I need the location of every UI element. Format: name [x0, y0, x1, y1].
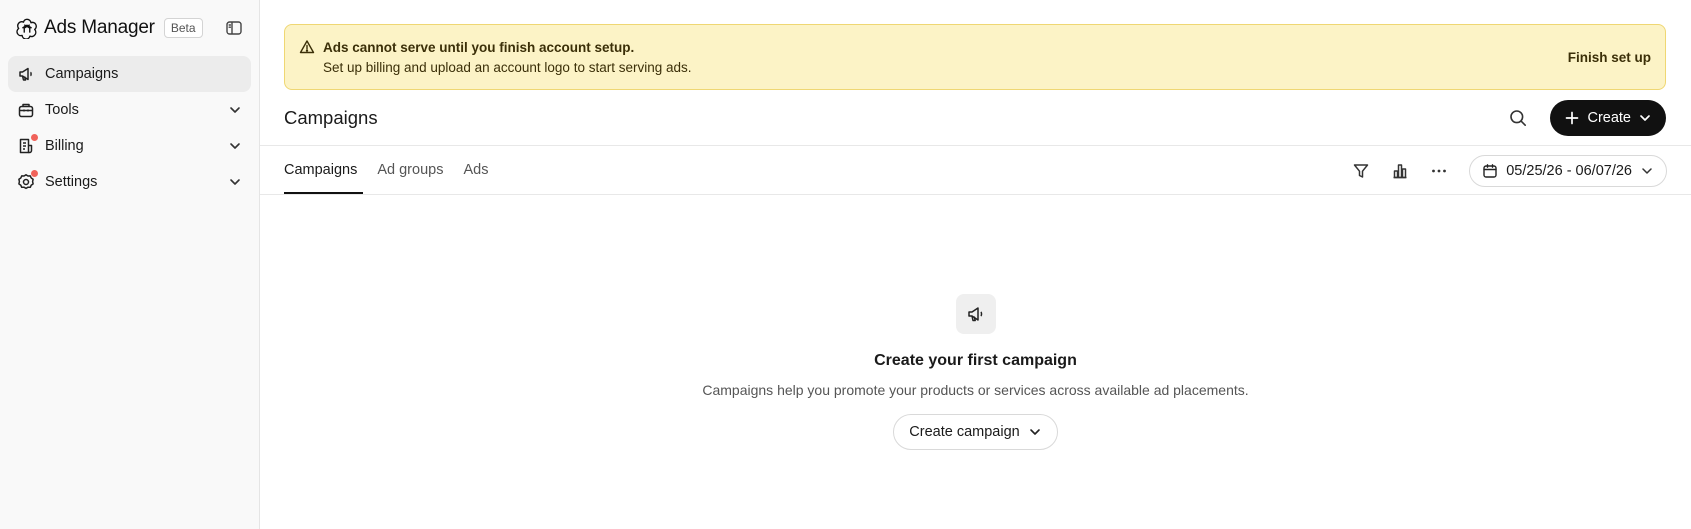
tab-campaigns[interactable]: Campaigns	[284, 146, 364, 194]
create-campaign-label: Create campaign	[909, 424, 1020, 440]
table-toolbar: 05/25/26 - 06/07/26	[1352, 155, 1667, 187]
sidebar-item-label: Settings	[45, 174, 98, 190]
banner-text: Ads cannot serve until you finish accoun…	[323, 40, 692, 75]
page-title: Campaigns	[284, 107, 378, 128]
campaign-tabs: Campaigns Ad groups Ads	[284, 146, 488, 194]
sidebar: Ads Manager Beta Campaigns Tools Billing…	[0, 0, 260, 529]
chevron-down-icon	[1640, 164, 1654, 178]
sidebar-item-tools[interactable]: Tools	[8, 92, 251, 128]
app-title: Ads Manager	[44, 17, 155, 38]
gear-icon	[17, 170, 38, 191]
create-campaign-button[interactable]: Create campaign	[893, 414, 1058, 450]
warning-triangle-icon	[299, 39, 315, 55]
empty-state-title: Create your first campaign	[874, 352, 1077, 369]
chevron-down-icon	[1638, 111, 1652, 125]
openai-logo-icon	[16, 17, 38, 39]
divider	[260, 194, 1691, 195]
plus-icon	[1564, 110, 1580, 126]
create-button-label: Create	[1587, 110, 1631, 126]
notification-dot	[31, 170, 38, 177]
chevron-down-icon	[228, 103, 242, 117]
sidebar-item-label: Campaigns	[45, 66, 119, 82]
sidebar-item-label: Tools	[45, 102, 79, 118]
sidebar-item-label: Billing	[45, 138, 84, 154]
main-content: Ads cannot serve until you finish accoun…	[260, 0, 1691, 529]
finish-setup-link[interactable]: Finish set up	[1568, 50, 1651, 65]
filter-icon[interactable]	[1352, 162, 1370, 180]
page-header: Campaigns Create	[284, 100, 1666, 136]
banner-description: Set up billing and upload an account log…	[323, 59, 692, 75]
tab-ad-groups[interactable]: Ad groups	[377, 146, 443, 194]
megaphone-icon	[17, 65, 35, 83]
chevron-down-icon	[228, 175, 242, 189]
tab-ads[interactable]: Ads	[463, 146, 488, 194]
chevron-down-icon	[1028, 425, 1042, 439]
sidebar-item-campaigns[interactable]: Campaigns	[8, 56, 251, 92]
megaphone-icon	[955, 294, 996, 334]
sidebar-toggle-icon[interactable]	[225, 19, 243, 37]
bar-chart-icon[interactable]	[1391, 162, 1409, 180]
beta-badge: Beta	[163, 18, 203, 38]
chevron-down-icon	[228, 139, 242, 153]
sidebar-item-billing[interactable]: Billing	[8, 128, 251, 164]
calendar-icon	[1482, 163, 1498, 179]
empty-state: Create your first campaign Campaigns hel…	[260, 294, 1691, 450]
create-button[interactable]: Create	[1550, 100, 1666, 136]
date-range-label: 05/25/26 - 06/07/26	[1506, 163, 1632, 179]
search-icon[interactable]	[1508, 108, 1528, 128]
notification-dot	[31, 134, 38, 141]
setup-warning-banner: Ads cannot serve until you finish accoun…	[284, 24, 1666, 90]
banner-title: Ads cannot serve until you finish accoun…	[323, 39, 635, 55]
brand-header: Ads Manager Beta	[8, 0, 251, 56]
sidebar-item-settings[interactable]: Settings	[8, 164, 251, 200]
toolbox-icon	[17, 101, 35, 119]
date-range-picker[interactable]: 05/25/26 - 06/07/26	[1469, 155, 1667, 187]
receipt-icon	[17, 134, 38, 155]
more-horizontal-icon[interactable]	[1430, 162, 1448, 180]
empty-state-description: Campaigns help you promote your products…	[702, 382, 1249, 398]
